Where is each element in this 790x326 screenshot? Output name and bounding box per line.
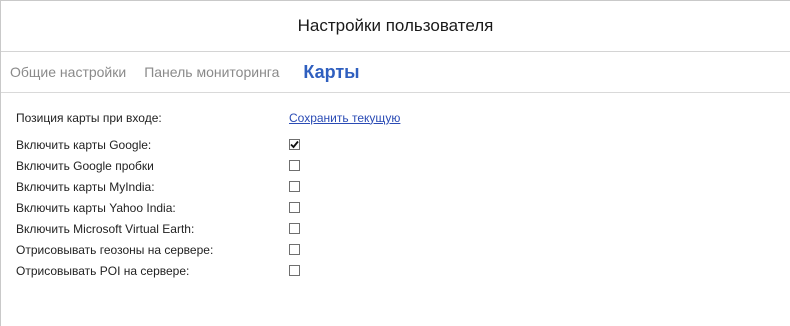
setting-row-google-maps: Включить карты Google: [16,134,790,155]
myindia-maps-checkbox[interactable] [289,181,300,192]
yahoo-india-maps-checkbox[interactable] [289,202,300,213]
maps-settings-panel: Позиция карты при входе: Сохранить текущ… [1,93,790,281]
tab-general-settings[interactable]: Общие настройки [10,64,126,80]
setting-label: Включить Google пробки [16,158,154,173]
server-poi-checkbox[interactable] [289,265,300,276]
setting-row-yahoo-india-maps: Включить карты Yahoo India: [16,197,790,218]
setting-label: Включить Microsoft Virtual Earth: [16,221,195,236]
map-position-label: Позиция карты при входе: [16,110,162,125]
dialog-title: Настройки пользователя [297,16,494,35]
setting-row-server-geozones: Отрисовывать геозоны на сервере: [16,239,790,260]
setting-row-myindia-maps: Включить карты MyIndia: [16,176,790,197]
save-current-position-link[interactable]: Сохранить текущую [289,111,400,125]
tab-monitoring-panel[interactable]: Панель мониторинга [144,64,279,80]
google-traffic-checkbox[interactable] [289,160,300,171]
setting-label: Включить карты Google: [16,137,152,152]
setting-label: Отрисовывать геозоны на сервере: [16,242,214,257]
virtual-earth-checkbox[interactable] [289,223,300,234]
google-maps-checkbox[interactable] [289,139,300,150]
tab-bar: Общие настройки Панель мониторинга Карты [1,52,790,93]
setting-row-virtual-earth: Включить Microsoft Virtual Earth: [16,218,790,239]
title-bar: Настройки пользователя [1,1,790,52]
setting-label: Включить карты Yahoo India: [16,200,176,215]
user-settings-dialog: Настройки пользователя Общие настройки П… [0,0,790,326]
setting-label: Отрисовывать POI на сервере: [16,263,190,278]
setting-row-server-poi: Отрисовывать POI на сервере: [16,260,790,281]
setting-label: Включить карты MyIndia: [16,179,155,194]
tab-maps[interactable]: Карты [303,62,359,83]
setting-row-google-traffic: Включить Google пробки [16,155,790,176]
server-geozones-checkbox[interactable] [289,244,300,255]
checkmark-icon [290,140,299,149]
map-position-row: Позиция карты при входе: Сохранить текущ… [16,107,790,128]
